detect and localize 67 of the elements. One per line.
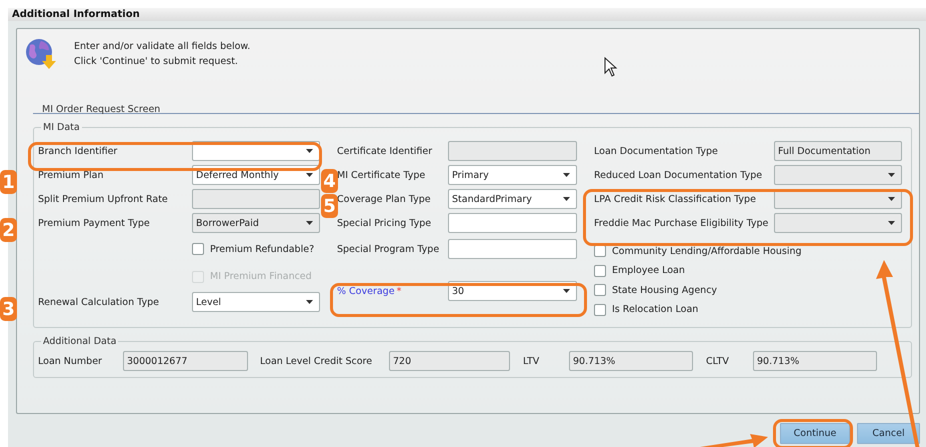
checkbox[interactable]	[594, 264, 606, 276]
caret-icon	[563, 289, 570, 293]
field-label: Freddie Mac Purchase Eligibility Type	[594, 218, 770, 228]
checkbox-label: Employee Loan	[612, 265, 685, 276]
caret-icon	[888, 173, 895, 177]
step-number: 1	[0, 170, 17, 194]
field-label: MI Certificate Type	[337, 170, 426, 180]
step-number: 3	[0, 297, 17, 321]
step-number: 5	[321, 194, 338, 218]
instruction-text: Click 'Continue' to submit request.	[74, 56, 239, 67]
group-legend: MI Data	[41, 122, 82, 133]
group-legend: Additional Data	[41, 336, 118, 347]
caret-icon	[563, 173, 570, 177]
instruction-text: Enter and/or validate all fields below.	[74, 41, 250, 52]
field-label: Special Pricing Type	[337, 218, 432, 228]
checkbox-label: MI Premium Financed	[210, 271, 312, 282]
caret-icon	[306, 173, 313, 177]
field-label: Premium Payment Type	[38, 218, 151, 228]
checkbox[interactable]	[192, 243, 204, 255]
caret-icon	[306, 149, 313, 153]
field-label: Certificate Identifier	[337, 146, 434, 156]
text-field[interactable]: 720	[389, 351, 510, 371]
checkbox[interactable]	[594, 284, 606, 296]
globe-icon	[24, 37, 58, 71]
field-label: Premium Plan	[38, 170, 105, 180]
checkbox-label: Premium Refundable?	[210, 244, 314, 254]
field-label: Loan Number	[38, 356, 103, 366]
field-label: LTV	[523, 356, 540, 366]
continue-button[interactable]: Continue	[780, 423, 850, 444]
checkbox-label: State Housing Agency	[612, 284, 718, 296]
caret-icon	[563, 197, 570, 201]
field-label: CLTV	[706, 356, 730, 366]
dropdown[interactable]: Primary	[448, 165, 577, 185]
field-label: Special Program Type	[337, 244, 440, 254]
dropdown[interactable]: StandardPrimary	[448, 189, 577, 209]
field-label: Reduced Loan Documentation Type	[594, 170, 764, 180]
text-field[interactable]: Full Documentation	[774, 141, 902, 161]
field-label: Split Premium Upfront Rate	[38, 194, 169, 204]
checkbox-label: Community Lending/Affordable Housing	[612, 246, 802, 256]
step-number: 2	[0, 218, 17, 242]
text-field[interactable]: 90.713%	[569, 351, 693, 371]
text-field[interactable]	[448, 239, 577, 259]
step-number: 4	[321, 169, 338, 193]
caret-icon	[306, 300, 313, 304]
field-label: Renewal Calculation Type	[38, 296, 160, 308]
dropdown[interactable]: Level	[192, 292, 320, 312]
field-label: Loan Level Credit Score	[260, 356, 374, 366]
caret-icon	[888, 197, 895, 201]
field-label: Branch Identifier	[38, 146, 118, 156]
field-label: % Coverage *	[337, 286, 402, 296]
text-field[interactable]	[192, 189, 320, 209]
window-title: Additional Information	[8, 8, 926, 21]
checkbox-label: Is Relocation Loan	[612, 304, 698, 315]
field-label: Loan Documentation Type	[594, 146, 719, 156]
text-field[interactable]	[448, 213, 577, 233]
checkbox[interactable]	[594, 304, 606, 316]
field-label: LPA Credit Risk Classification Type	[594, 194, 757, 204]
caret-icon	[306, 221, 313, 225]
text-field[interactable]: 3000012677	[123, 351, 248, 371]
field-label: Coverage Plan Type	[337, 194, 432, 204]
section-tab[interactable]: MI Order Request Screen	[42, 104, 160, 115]
cancel-button[interactable]: Cancel	[857, 423, 920, 444]
text-field[interactable]	[448, 141, 577, 161]
checkbox[interactable]	[594, 245, 606, 257]
text-field[interactable]: 90.713%	[753, 351, 877, 371]
caret-icon	[888, 221, 895, 225]
cursor-icon	[604, 57, 618, 77]
